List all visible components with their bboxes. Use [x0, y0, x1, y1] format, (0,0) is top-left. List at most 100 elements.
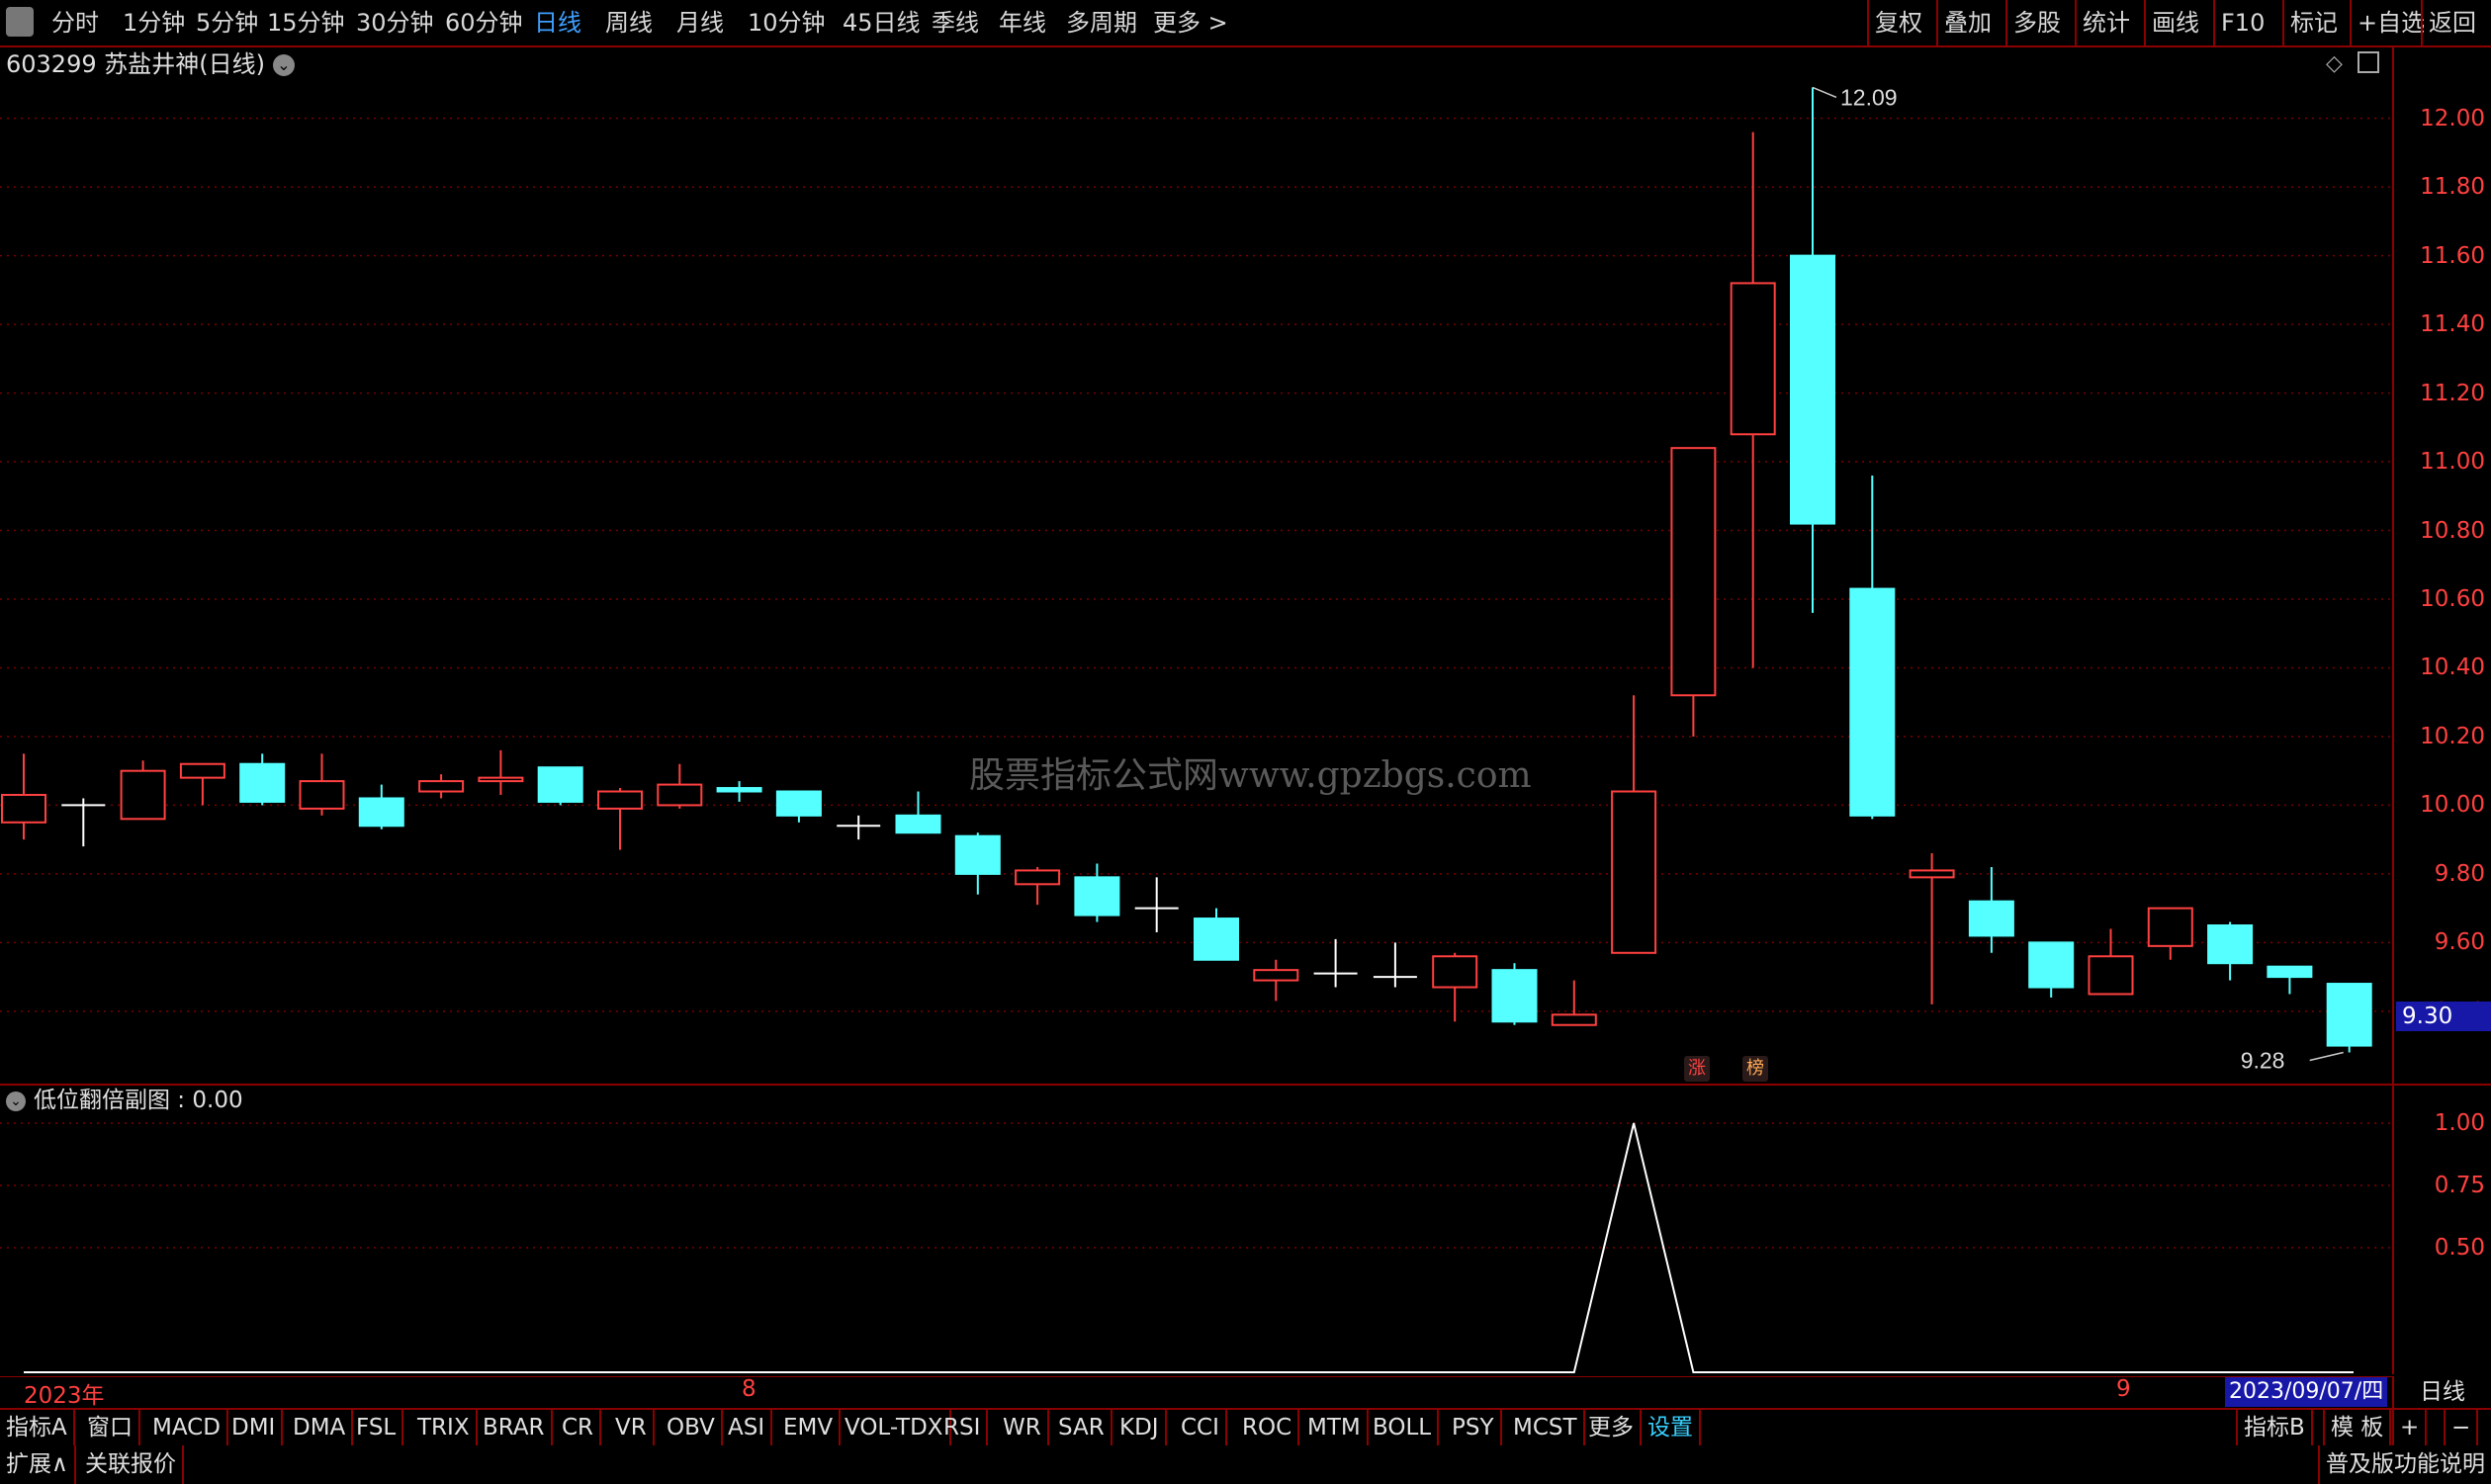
- candle[interactable]: [2088, 928, 2134, 996]
- indicator-tab[interactable]: MTM: [1301, 1410, 1369, 1445]
- candle[interactable]: [895, 791, 941, 834]
- indicator-tab[interactable]: BRAR: [477, 1410, 553, 1445]
- indicator-right-button[interactable]: +: [2392, 1410, 2428, 1445]
- candle[interactable]: [61, 798, 106, 847]
- indicator-tab[interactable]: ASI: [722, 1410, 773, 1445]
- candle[interactable]: [1015, 866, 1061, 906]
- period-tab[interactable]: 年线: [999, 0, 1046, 45]
- indicator-tab[interactable]: MACD: [146, 1410, 228, 1445]
- candle[interactable]: [299, 753, 345, 816]
- candle[interactable]: [537, 766, 583, 806]
- period-tab[interactable]: 分时: [51, 0, 99, 45]
- period-tab[interactable]: 30分钟: [356, 0, 434, 45]
- indicator-tab[interactable]: 更多: [1582, 1410, 1642, 1445]
- indicator-tab[interactable]: KDJ: [1113, 1410, 1167, 1445]
- candle[interactable]: [1909, 853, 1955, 1004]
- candle[interactable]: [1968, 866, 2014, 953]
- help-button[interactable]: 普及版功能说明: [2318, 1445, 2491, 1484]
- toolbar-button[interactable]: 叠加: [1944, 0, 1992, 45]
- indicator-tab[interactable]: 窗口: [81, 1410, 140, 1445]
- candle[interactable]: [120, 760, 166, 821]
- indicator-tab[interactable]: WR: [997, 1410, 1049, 1445]
- period-tab[interactable]: 60分钟: [445, 0, 523, 45]
- indicator-tab[interactable]: 设置: [1642, 1410, 1701, 1445]
- toolbar-button[interactable]: +自选: [2358, 0, 2425, 45]
- candle[interactable]: [239, 753, 286, 806]
- indicator-tab[interactable]: CCI: [1175, 1410, 1227, 1445]
- period-tab[interactable]: 月线: [676, 0, 724, 45]
- candle[interactable]: [1313, 938, 1358, 988]
- candle[interactable]: [1134, 877, 1179, 932]
- candlestick-chart[interactable]: 12.09 9.28: [0, 47, 2394, 1084]
- candle[interactable]: [2028, 941, 2075, 998]
- period-tab[interactable]: 1分钟: [123, 0, 185, 45]
- toolbar-button[interactable]: 复权: [1875, 0, 1922, 45]
- indicator-tab[interactable]: SAR: [1052, 1410, 1112, 1445]
- candle[interactable]: [716, 781, 762, 802]
- indicator-tab[interactable]: FSL: [350, 1410, 404, 1445]
- toolbar-button[interactable]: 返回: [2429, 0, 2476, 45]
- candle[interactable]: [418, 774, 465, 799]
- indicator-tab[interactable]: OBV: [661, 1410, 723, 1445]
- candle[interactable]: [1194, 908, 1239, 961]
- candle[interactable]: [1790, 87, 1835, 613]
- period-tab[interactable]: 多周期: [1066, 0, 1137, 45]
- limit-up-badge[interactable]: 涨: [1684, 1056, 1710, 1082]
- candle[interactable]: [1491, 963, 1538, 1025]
- candle[interactable]: [775, 790, 822, 823]
- period-tab[interactable]: 10分钟: [748, 0, 826, 45]
- indicator-tab[interactable]: EMV: [777, 1410, 842, 1445]
- candle[interactable]: [1670, 447, 1717, 737]
- candle[interactable]: [358, 784, 404, 829]
- indicator-tab[interactable]: MCST: [1507, 1410, 1585, 1445]
- candle[interactable]: [2207, 921, 2254, 981]
- related-quotes-button[interactable]: 关联报价: [79, 1445, 184, 1484]
- indicator-tab[interactable]: DMA: [287, 1410, 354, 1445]
- indicator-right-button[interactable]: 模 板: [2323, 1410, 2392, 1445]
- indicator-right-button[interactable]: −: [2444, 1410, 2479, 1445]
- candle[interactable]: [1551, 980, 1597, 1026]
- candle[interactable]: [2267, 965, 2313, 995]
- candle[interactable]: [954, 832, 1001, 895]
- candle[interactable]: [1849, 475, 1896, 820]
- panel-toggle-icon[interactable]: [6, 7, 34, 37]
- period-tab[interactable]: 45日线: [843, 0, 921, 45]
- indicator-tab[interactable]: 指标A: [0, 1410, 75, 1445]
- period-tab[interactable]: 15分钟: [267, 0, 345, 45]
- candle[interactable]: [1611, 695, 1657, 954]
- candle[interactable]: [1432, 952, 1478, 1022]
- indicator-tab[interactable]: RSI: [937, 1410, 989, 1445]
- expand-button[interactable]: 扩展∧: [0, 1445, 76, 1484]
- indicator-tab[interactable]: VOL-TDX: [839, 1410, 951, 1445]
- indicator-tab[interactable]: VR: [609, 1410, 655, 1445]
- candle[interactable]: [478, 749, 524, 795]
- indicator-chart[interactable]: [0, 1086, 2394, 1374]
- period-tab[interactable]: 更多 >: [1153, 0, 1228, 45]
- indicator-tab[interactable]: ROC: [1236, 1410, 1300, 1445]
- toolbar-button[interactable]: 标记: [2290, 0, 2338, 45]
- candle[interactable]: [1, 753, 46, 840]
- candle[interactable]: [1730, 131, 1776, 668]
- candle[interactable]: [179, 762, 225, 806]
- candle[interactable]: [597, 788, 643, 850]
- candle[interactable]: [1253, 959, 1299, 1002]
- candle[interactable]: [657, 763, 703, 809]
- period-tab[interactable]: 5分钟: [196, 0, 258, 45]
- indicator-tab[interactable]: DMI: [225, 1410, 284, 1445]
- candle[interactable]: [1074, 863, 1120, 922]
- indicator-tab[interactable]: PSY: [1446, 1410, 1502, 1445]
- ranking-badge[interactable]: 榜: [1742, 1056, 1768, 1082]
- period-tab[interactable]: 周线: [605, 0, 653, 45]
- candle[interactable]: [2326, 983, 2372, 1053]
- indicator-tab[interactable]: CR: [556, 1410, 602, 1445]
- indicator-tab[interactable]: TRIX: [411, 1410, 478, 1445]
- period-tab[interactable]: 季线: [932, 0, 979, 45]
- toolbar-button[interactable]: 画线: [2152, 0, 2199, 45]
- indicator-right-button[interactable]: 指标B: [2236, 1410, 2313, 1445]
- period-tab[interactable]: 日线: [534, 0, 581, 45]
- candle[interactable]: [837, 815, 881, 840]
- candle[interactable]: [2147, 907, 2193, 960]
- toolbar-button[interactable]: 统计: [2083, 0, 2130, 45]
- toolbar-button[interactable]: F10: [2221, 0, 2265, 45]
- indicator-tab[interactable]: BOLL: [1367, 1410, 1440, 1445]
